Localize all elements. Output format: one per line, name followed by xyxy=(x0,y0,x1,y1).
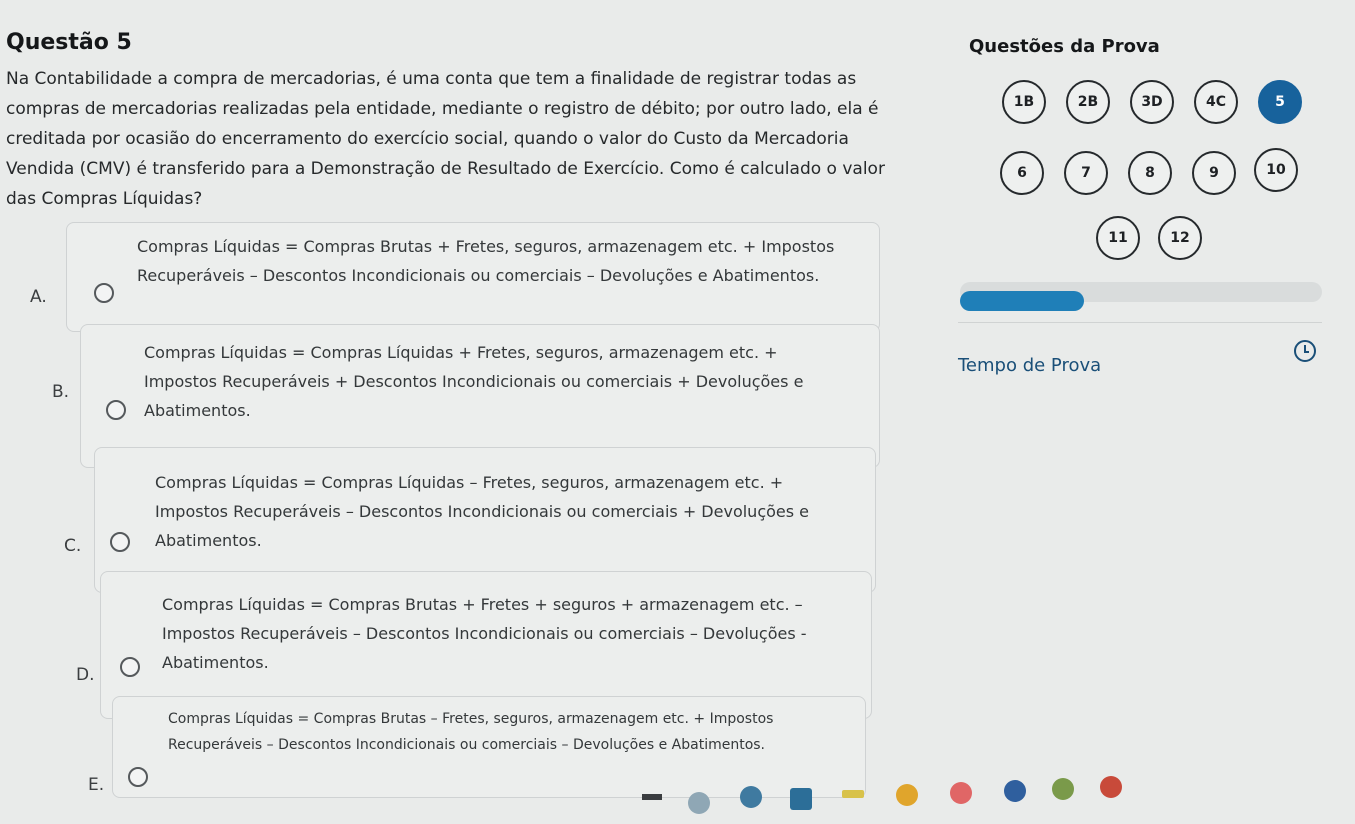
option-d-line: Abatimentos. xyxy=(162,653,269,672)
option-c-line: Impostos Recuperáveis – Descontos Incond… xyxy=(155,502,810,521)
panel-divider xyxy=(958,322,1322,323)
question-text-line: compras de mercadorias realizadas pela e… xyxy=(6,99,879,119)
question-button-7[interactable]: 7 xyxy=(1064,151,1108,195)
question-button-2[interactable]: 2B xyxy=(1066,80,1110,124)
option-e-letter: E. xyxy=(88,775,105,795)
option-c-letter: C. xyxy=(64,536,82,556)
option-a-radio[interactable] xyxy=(94,283,114,303)
app-icon[interactable] xyxy=(896,784,918,806)
clock-icon[interactable] xyxy=(1294,340,1316,362)
store-icon[interactable] xyxy=(790,788,812,810)
option-e-line: Recuperáveis – Descontos Incondicionais … xyxy=(168,737,766,753)
question-button-4[interactable]: 4C xyxy=(1194,80,1238,124)
option-a-text: Compras Líquidas = Compras Brutas + Fret… xyxy=(137,232,834,290)
option-c-text: Compras Líquidas = Compras Líquidas – Fr… xyxy=(155,468,809,555)
app-icon[interactable] xyxy=(740,786,762,808)
chrome-icon[interactable] xyxy=(688,792,710,814)
app-icon[interactable] xyxy=(1100,776,1122,798)
option-a-letter: A. xyxy=(30,287,47,307)
app-icon[interactable] xyxy=(642,794,662,800)
question-button-10[interactable]: 10 xyxy=(1254,148,1298,192)
app-icon[interactable] xyxy=(842,790,864,798)
option-c-line: Compras Líquidas = Compras Líquidas – Fr… xyxy=(155,473,784,492)
option-d-line: Compras Líquidas = Compras Brutas + Fret… xyxy=(162,595,803,614)
option-e-text: Compras Líquidas = Compras Brutas – Fret… xyxy=(168,706,773,758)
question-button-12[interactable]: 12 xyxy=(1158,216,1202,260)
progress-bar-fill xyxy=(960,291,1084,311)
timer-label: Tempo de Prova xyxy=(958,355,1102,376)
option-b-radio[interactable] xyxy=(106,400,126,420)
question-text-line: Na Contabilidade a compra de mercadorias… xyxy=(6,69,857,89)
option-e-line: Compras Líquidas = Compras Brutas – Fret… xyxy=(168,711,774,727)
option-b-line: Compras Líquidas = Compras Líquidas + Fr… xyxy=(144,343,778,362)
option-b-text: Compras Líquidas = Compras Líquidas + Fr… xyxy=(144,338,803,425)
question-button-5[interactable]: 5 xyxy=(1258,80,1302,124)
question-text: Na Contabilidade a compra de mercadorias… xyxy=(6,64,906,214)
taskbar xyxy=(540,772,1355,824)
question-button-8[interactable]: 8 xyxy=(1128,151,1172,195)
app-icon[interactable] xyxy=(950,782,972,804)
option-d-letter: D. xyxy=(76,665,95,685)
app-icon[interactable] xyxy=(1052,778,1074,800)
option-b-letter: B. xyxy=(52,382,70,402)
option-c-radio[interactable] xyxy=(110,532,130,552)
question-button-1[interactable]: 1B xyxy=(1002,80,1046,124)
option-c-line: Abatimentos. xyxy=(155,531,262,550)
question-text-line: Vendida (CMV) é transferido para a Demon… xyxy=(6,159,885,179)
option-b-line: Abatimentos. xyxy=(144,401,251,420)
question-button-3[interactable]: 3D xyxy=(1130,80,1174,124)
panel-title: Questões da Prova xyxy=(969,36,1160,57)
option-d-line: Impostos Recuperáveis – Descontos Incond… xyxy=(162,624,807,643)
question-button-9[interactable]: 9 xyxy=(1192,151,1236,195)
question-title: Questão 5 xyxy=(6,30,132,55)
question-button-6[interactable]: 6 xyxy=(1000,151,1044,195)
option-b-line: Impostos Recuperáveis + Descontos Incond… xyxy=(144,372,804,391)
question-text-line: creditada por ocasião do encerramento do… xyxy=(6,129,849,149)
option-d-text: Compras Líquidas = Compras Brutas + Fret… xyxy=(162,590,807,677)
option-a-line: Compras Líquidas = Compras Brutas + Fret… xyxy=(137,237,835,256)
question-text-line: das Compras Líquidas? xyxy=(6,189,203,209)
option-a-line: Recuperáveis – Descontos Incondicionais … xyxy=(137,266,820,285)
option-e-radio[interactable] xyxy=(128,767,148,787)
option-d-radio[interactable] xyxy=(120,657,140,677)
question-button-11[interactable]: 11 xyxy=(1096,216,1140,260)
app-icon[interactable] xyxy=(1004,780,1026,802)
